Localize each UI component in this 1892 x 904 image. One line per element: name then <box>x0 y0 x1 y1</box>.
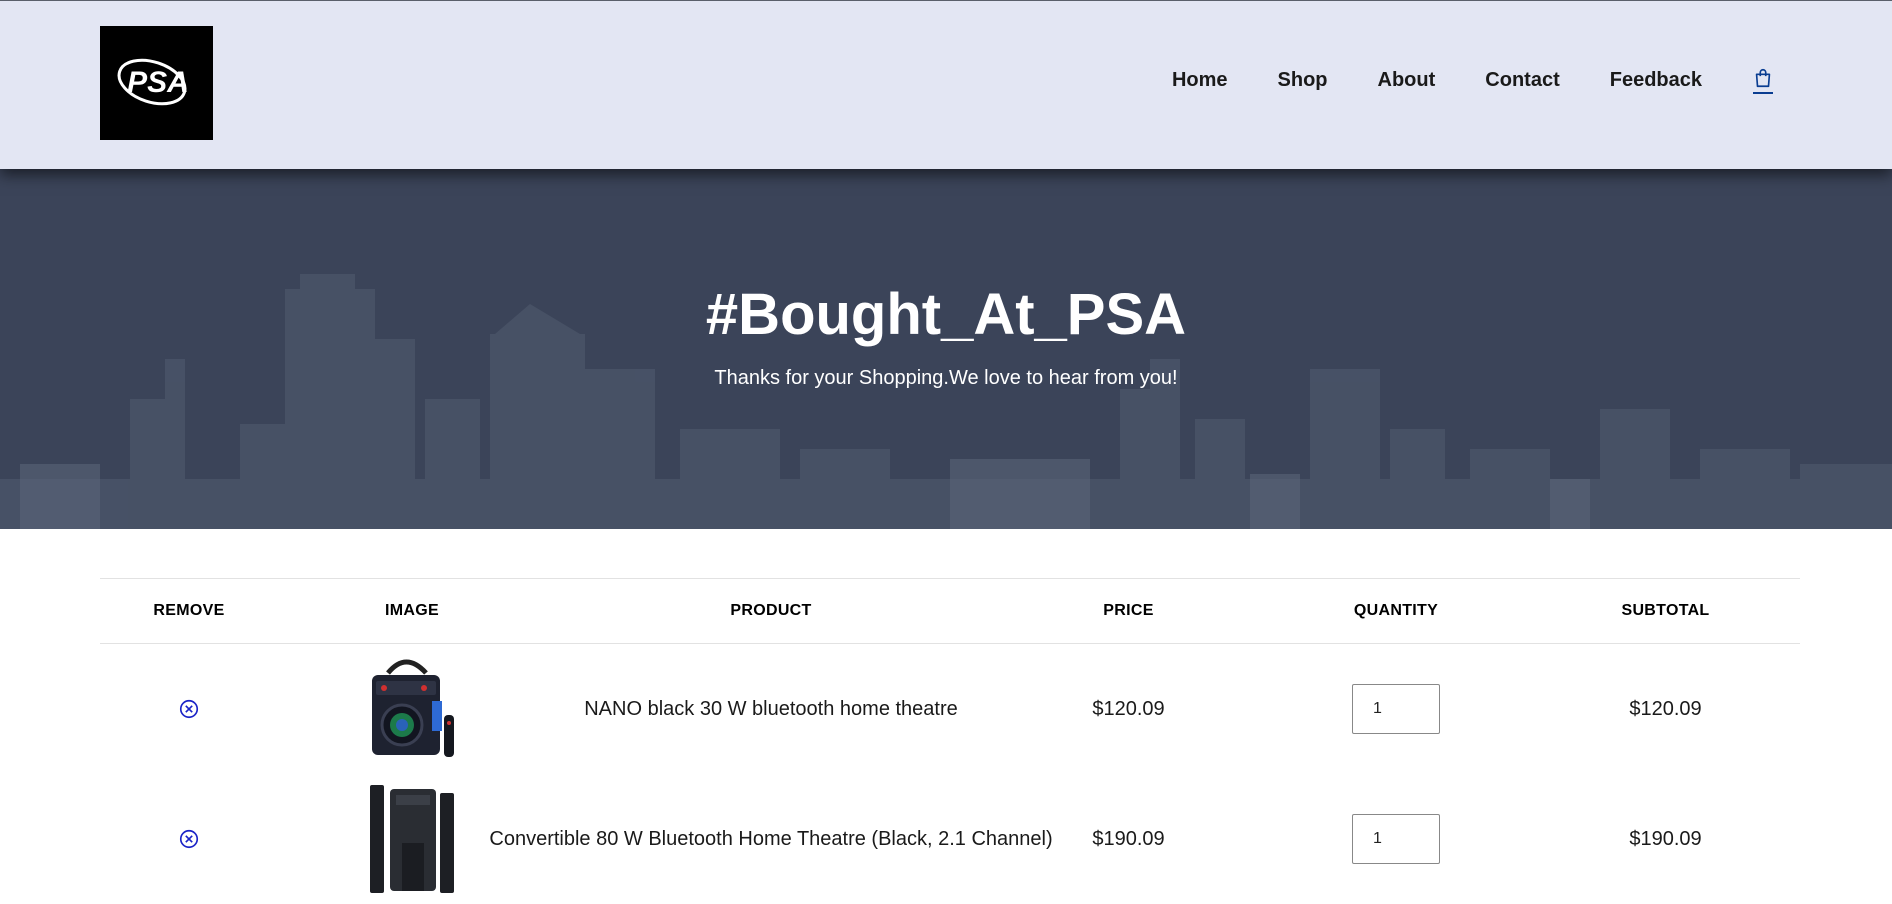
cart-active-underline <box>1753 92 1773 94</box>
shopping-bag-icon <box>1755 68 1771 88</box>
site-header: PSA Home Shop About Contact Feedback <box>0 0 1892 169</box>
psa-logo-graphic: PSA <box>100 26 213 140</box>
main-nav: Home Shop About Contact Feedback <box>1172 67 1774 94</box>
cart-table: REMOVE IMAGE PRODUCT PRICE QUANTITY SUBT… <box>100 578 1800 904</box>
header-subtotal: SUBTOTAL <box>1621 602 1710 619</box>
product-image-soundbar <box>370 785 454 893</box>
nav-home[interactable]: Home <box>1172 69 1228 92</box>
quantity-input[interactable] <box>1352 814 1440 864</box>
hero-banner: #Bought_At_PSA Thanks for your Shopping.… <box>0 169 1892 529</box>
remove-item-icon[interactable] <box>178 828 200 850</box>
header-price: PRICE <box>1103 602 1154 619</box>
quantity-input[interactable] <box>1352 684 1440 734</box>
product-price: $190.09 <box>1092 827 1165 850</box>
row-subtotal: $120.09 <box>1629 697 1702 720</box>
nav-feedback[interactable]: Feedback <box>1610 69 1702 92</box>
hero-subtitle: Thanks for your Shopping.We love to hear… <box>714 367 1178 389</box>
nav-shop[interactable]: Shop <box>1278 69 1328 92</box>
logo-text: PSA <box>127 66 189 99</box>
nav-about[interactable]: About <box>1378 69 1436 92</box>
table-header: REMOVE IMAGE PRODUCT PRICE QUANTITY SUBT… <box>100 578 1800 644</box>
nav-contact[interactable]: Contact <box>1485 69 1559 92</box>
hero-title: #Bought_At_PSA <box>705 282 1187 347</box>
header-image: IMAGE <box>385 602 439 619</box>
table-row: Convertible 80 W Bluetooth Home Theatre … <box>100 774 1800 904</box>
product-price: $120.09 <box>1092 697 1165 720</box>
row-subtotal: $190.09 <box>1629 827 1702 850</box>
header-quantity: QUANTITY <box>1353 602 1439 619</box>
table-row: NANO black 30 W bluetooth home theatre $… <box>100 644 1800 774</box>
header-product: PRODUCT <box>730 602 812 619</box>
remove-item-icon[interactable] <box>178 698 200 720</box>
brand-logo[interactable]: PSA <box>100 26 213 140</box>
product-name[interactable]: NANO black 30 W bluetooth home theatre <box>546 698 996 721</box>
product-image-speaker <box>372 659 454 757</box>
product-name[interactable]: Convertible 80 W Bluetooth Home Theatre … <box>489 828 1052 851</box>
cart-link[interactable] <box>1752 67 1774 94</box>
header-remove: REMOVE <box>153 602 225 619</box>
